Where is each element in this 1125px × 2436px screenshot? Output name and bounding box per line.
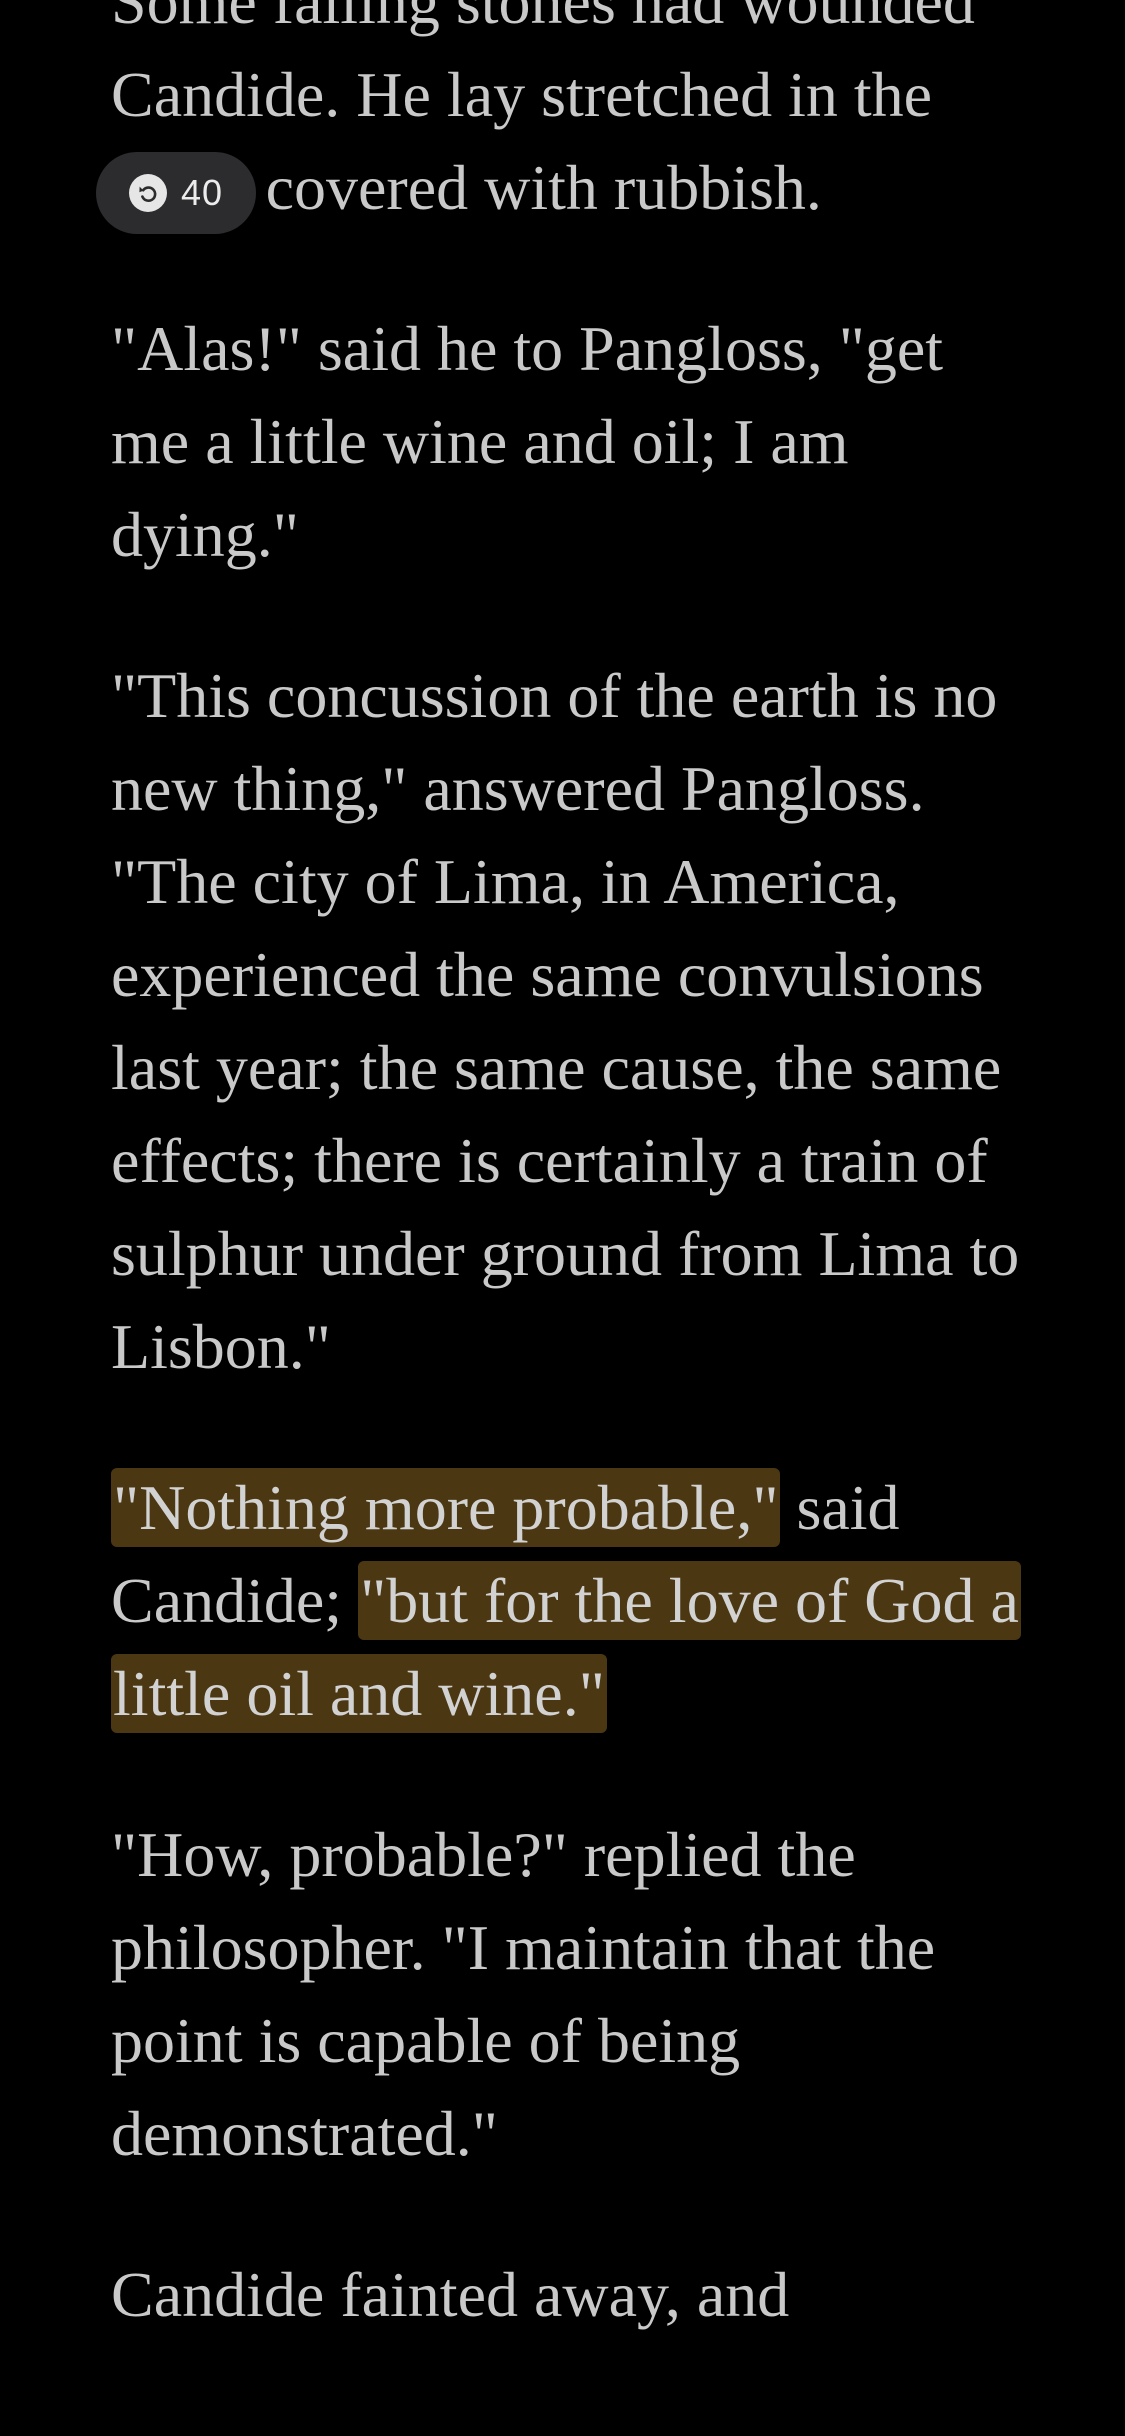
rewind-button[interactable]: 40 [96,152,256,234]
highlight[interactable]: "Nothing more probable," [111,1468,781,1547]
rewind-count: 40 [180,172,224,213]
rewind-icon [128,174,167,212]
paragraph[interactable]: Candide fainted away, and [111,2248,1021,2341]
paragraph[interactable]: "Alas!" said he to Pangloss, "get me a l… [111,302,1021,581]
book-text: Some falling stones had wounded Candide.… [111,0,1021,2409]
paragraph[interactable]: "How, probable?" replied the philosopher… [111,1808,1021,2180]
paragraph-with-highlights[interactable]: "Nothing more probable," said Candide; "… [111,1461,1021,1740]
paragraph[interactable]: "This concussion of the earth is no new … [111,649,1021,1393]
reader-page: Some falling stones had wounded Candide.… [0,0,1125,2436]
